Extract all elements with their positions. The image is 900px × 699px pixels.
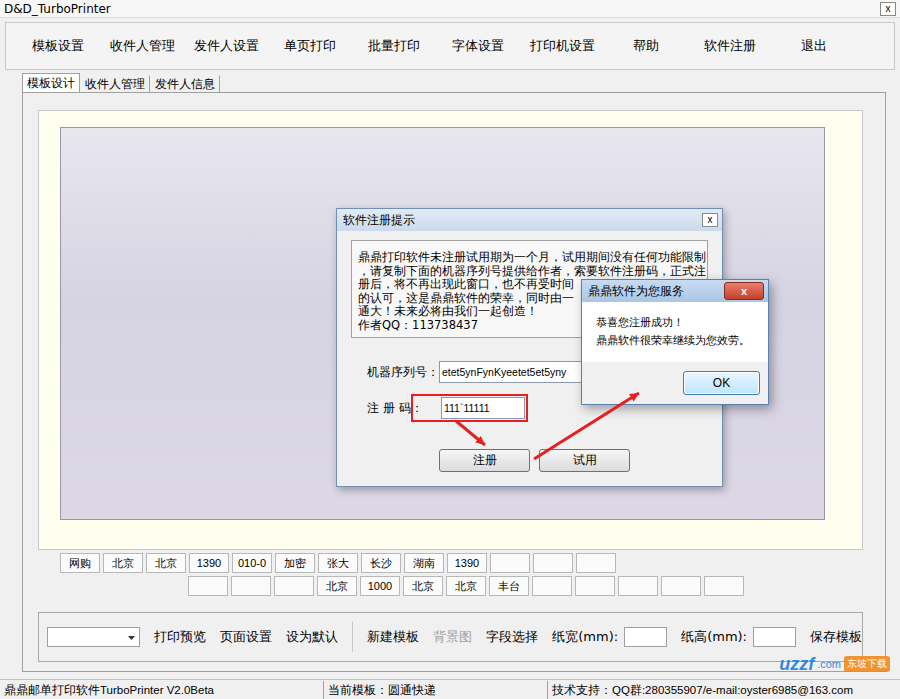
app-window: D&D_TurboPrinterx模板设置收件人管理发件人设置单页打印批量打印字… <box>0 0 900 699</box>
code-label: 注 册 码： <box>367 400 439 417</box>
toolbar-button[interactable]: 收件人管理 <box>100 33 184 59</box>
message-box-close-button[interactable]: x <box>724 282 764 300</box>
button-group: 新建模板背景图字段选择 <box>367 626 538 648</box>
watermark: uzzf.com东坡下载 <box>779 651 890 677</box>
message-box-title: 鼎鼎软件为您服务 <box>588 283 684 300</box>
annotation-arrow-icon <box>534 393 639 459</box>
status-segment: 当前模板：圆通快递 <box>324 681 548 699</box>
field-cell[interactable]: 1390 <box>189 553 229 573</box>
tab-panel: 软件注册提示 x 鼎鼎打印软件未注册试用期为一个月，试用期间没有任何功能限制，请复制… <box>22 92 886 672</box>
field-cell[interactable] <box>618 576 658 596</box>
bar-button[interactable]: 页面设置 <box>220 626 272 648</box>
watermark-brand: uzzf <box>779 654 814 675</box>
tab-bar: 模板设计收件人管理发件人信息 <box>0 73 900 92</box>
close-button[interactable]: x <box>880 2 896 16</box>
field-cell[interactable]: 1000 <box>360 576 400 596</box>
field-cell[interactable] <box>533 553 573 573</box>
bar-button[interactable]: 字段选择 <box>486 626 538 648</box>
message-box-title-bar: 鼎鼎软件为您服务 x <box>582 280 768 302</box>
message-box: 鼎鼎软件为您服务 x 恭喜您注册成功！ 鼎鼎软件很荣幸继续为您效劳。 OK <box>581 279 769 405</box>
field-cell[interactable]: 北京 <box>103 553 143 573</box>
field-cell[interactable]: 北京 <box>146 553 186 573</box>
field-cell[interactable]: 北京 <box>403 576 443 596</box>
ok-button[interactable]: OK <box>683 371 760 395</box>
dialog-buttons: 注册试用 <box>351 449 708 472</box>
toolbar-button[interactable]: 打印机设置 <box>520 33 604 59</box>
field-cell[interactable]: 北京 <box>446 576 486 596</box>
separator <box>352 622 353 652</box>
toolbar-button[interactable]: 单页打印 <box>268 33 352 59</box>
paper-width-label: 纸宽(mm): <box>552 628 618 646</box>
message-box-footer: OK <box>582 362 768 404</box>
field-cell[interactable] <box>532 576 572 596</box>
field-cell[interactable] <box>576 553 616 573</box>
tab[interactable]: 收件人管理 <box>80 75 150 92</box>
paper-width-input[interactable] <box>624 627 667 647</box>
field-cell[interactable] <box>274 576 314 596</box>
field-cell[interactable]: 网购 <box>60 553 100 573</box>
message-box-line: 鼎鼎软件很荣幸继续为您效劳。 <box>596 334 760 348</box>
message-box-line: 恭喜您注册成功！ <box>596 316 760 330</box>
field-cell[interactable]: 1390 <box>447 553 487 573</box>
serial-label: 机器序列号： <box>367 364 439 381</box>
field-row: 网购北京北京1390010-0加密张大长沙湖南1390 <box>38 553 863 573</box>
bar-button[interactable]: 新建模板 <box>367 626 419 648</box>
field-cell[interactable]: 010-0 <box>232 553 272 573</box>
status-bar: 鼎鼎邮单打印软件TurboPrinter V2.0Beta当前模板：圆通快递技术… <box>0 679 900 699</box>
status-segment: 技术支持：QQ群:280355907/e-mail:oyster6985@163… <box>548 681 900 699</box>
annotation-layer <box>39 111 863 551</box>
tab[interactable]: 模板设计 <box>22 73 80 92</box>
window-title: D&D_TurboPrinter <box>4 2 111 16</box>
code-input[interactable] <box>441 397 525 419</box>
field-cell[interactable]: 张大 <box>318 553 358 573</box>
toolbar-button[interactable]: 软件注册 <box>688 33 772 59</box>
field-cell[interactable]: 湖南 <box>404 553 444 573</box>
field-cell[interactable]: 北京 <box>317 576 357 596</box>
message-line: ，请复制下面的机器序列号提供给作者，索要软件注册码，正式注 <box>358 265 703 279</box>
button-group: 打印预览页面设置设为默认 <box>154 626 338 648</box>
bar-button[interactable]: 设为默认 <box>286 626 338 648</box>
toolbar-button[interactable]: 字体设置 <box>436 33 520 59</box>
paper-height-input[interactable] <box>753 627 796 647</box>
toolbar-button[interactable]: 模板设置 <box>16 33 100 59</box>
field-row: 北京1000北京北京丰台 <box>38 576 863 596</box>
toolbar-button[interactable]: 退出 <box>772 33 856 59</box>
field-rows: 网购北京北京1390010-0加密张大长沙湖南1390北京1000北京北京丰台 <box>38 553 863 596</box>
dialog-button[interactable]: 注册 <box>439 449 530 472</box>
paper-height-label: 纸高(mm): <box>681 628 747 646</box>
toolbar: 模板设置收件人管理发件人设置单页打印批量打印字体设置打印机设置帮助软件注册退出 <box>5 22 895 70</box>
field-cell[interactable]: 加密 <box>275 553 315 573</box>
field-cell[interactable] <box>490 553 530 573</box>
message-box-body: 恭喜您注册成功！ 鼎鼎软件很荣幸继续为您效劳。 <box>582 302 768 362</box>
highlight-box <box>411 394 528 422</box>
title-bar: D&D_TurboPrinter x <box>0 0 900 18</box>
dialog-title: 软件注册提示 <box>343 212 415 229</box>
annotation-arrow-icon <box>456 421 485 445</box>
tab[interactable]: 发件人信息 <box>150 75 220 92</box>
dialog-close-button[interactable]: x <box>702 213 718 227</box>
message-line: 鼎鼎打印软件未注册试用期为一个月，试用期间没有任何功能限制 <box>358 251 703 265</box>
template-canvas: 软件注册提示 x 鼎鼎打印软件未注册试用期为一个月，试用期间没有任何功能限制，请复制… <box>38 110 863 550</box>
field-cell[interactable] <box>704 576 744 596</box>
field-cell[interactable] <box>575 576 615 596</box>
status-segment: 鼎鼎邮单打印软件TurboPrinter V2.0Beta <box>0 681 324 699</box>
field-cell[interactable] <box>661 576 701 596</box>
bottom-bar: 打印预览页面设置设为默认 新建模板背景图字段选择纸宽(mm): 纸高(mm): 保存模… <box>38 612 863 662</box>
bar-button[interactable]: 打印预览 <box>154 626 206 648</box>
dialog-title-bar: 软件注册提示 x <box>337 209 722 231</box>
watermark-suffix: .com <box>817 658 841 670</box>
save-template-button[interactable]: 保存模板 <box>810 626 862 648</box>
dialog-button[interactable]: 试用 <box>539 449 630 472</box>
toolbar-button[interactable]: 帮助 <box>604 33 688 59</box>
watermark-tag: 东坡下载 <box>844 656 890 672</box>
dropdown-arrow-icon <box>126 632 137 643</box>
field-cell[interactable]: 长沙 <box>361 553 401 573</box>
toolbar-button[interactable]: 发件人设置 <box>184 33 268 59</box>
template-select[interactable] <box>47 627 140 647</box>
field-cell[interactable]: 丰台 <box>489 576 529 596</box>
field-cell[interactable] <box>188 576 228 596</box>
field-cell[interactable] <box>231 576 271 596</box>
bar-button[interactable]: 背景图 <box>433 626 472 648</box>
toolbar-button[interactable]: 批量打印 <box>352 33 436 59</box>
